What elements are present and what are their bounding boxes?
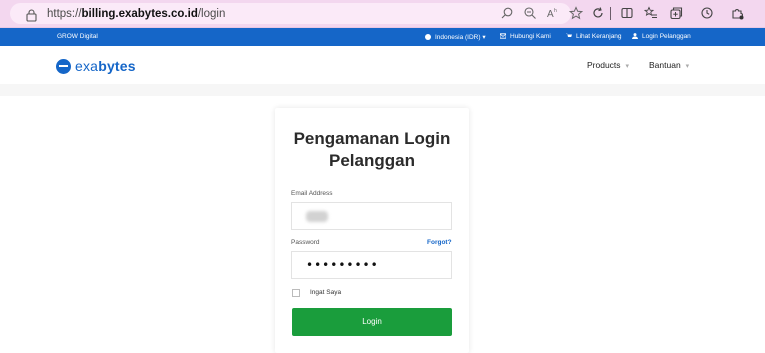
currency-selector[interactable]: Indonesia (IDR) ▾ [425, 33, 486, 41]
svg-text:A: A [547, 9, 554, 20]
url-text[interactable]: https://billing.exabytes.co.id/login [47, 8, 225, 20]
login-card: Pengamanan Login Pelanggan Email Address… [275, 108, 469, 353]
browser-toolbar: https://billing.exabytes.co.id/login Ah [0, 0, 765, 28]
read-aloud-icon[interactable]: Ah [546, 6, 560, 20]
mail-icon [500, 33, 506, 39]
globe-icon [425, 34, 431, 40]
history-icon[interactable] [700, 6, 714, 20]
group-brand-link[interactable]: GROW Digital [57, 33, 98, 40]
top-utility-bar: GROW Digital Indonesia (IDR) ▾ Hubungi K… [0, 28, 765, 46]
email-field[interactable] [291, 202, 452, 230]
remember-me-checkbox[interactable] [292, 289, 300, 297]
password-label: Password [291, 239, 320, 246]
lock-icon[interactable] [26, 9, 37, 22]
contact-link[interactable]: Hubungi Kami [500, 33, 551, 40]
search-icon[interactable] [500, 6, 514, 20]
email-label: Email Address [291, 190, 333, 197]
chevron-down-icon: ▾ [685, 63, 690, 70]
toolbar-divider [610, 7, 611, 20]
chevron-down-icon: ▾ [625, 63, 630, 70]
cart-icon [566, 33, 572, 37]
cart-link[interactable]: Lihat Keranjang [566, 33, 622, 40]
svg-text:h: h [554, 8, 557, 14]
logo-mark-icon [56, 58, 71, 74]
blurred-email-value [306, 211, 328, 222]
exabytes-logo[interactable]: exabytes [56, 56, 136, 76]
extensions-icon[interactable] [730, 6, 744, 20]
password-field[interactable]: ••••••••• [291, 251, 452, 279]
split-screen-icon[interactable] [620, 6, 634, 20]
address-bar[interactable]: https://billing.exabytes.co.id/login [10, 3, 571, 24]
nav-bantuan[interactable]: Bantuan ▾ [649, 60, 689, 70]
refresh-icon[interactable] [591, 6, 605, 20]
logo-text: exabytes [75, 58, 136, 74]
collections-icon[interactable] [669, 6, 683, 20]
favorites-list-icon[interactable] [643, 6, 658, 20]
zoom-icon[interactable] [523, 6, 537, 20]
favorite-icon[interactable] [568, 6, 584, 20]
login-button[interactable]: Login [292, 308, 452, 336]
customer-login-link[interactable]: Login Pelanggan [632, 33, 691, 40]
nav-products[interactable]: Products ▾ [587, 60, 629, 70]
user-icon [632, 33, 638, 39]
remember-me-label[interactable]: Ingat Saya [310, 289, 341, 296]
password-value: ••••••••• [306, 258, 379, 272]
login-title: Pengamanan Login Pelanggan [293, 129, 451, 170]
header-shadow-band [0, 84, 765, 96]
forgot-password-link[interactable]: Forgot? [427, 239, 452, 246]
site-header: exabytes Products ▾ Bantuan ▾ [0, 46, 765, 84]
